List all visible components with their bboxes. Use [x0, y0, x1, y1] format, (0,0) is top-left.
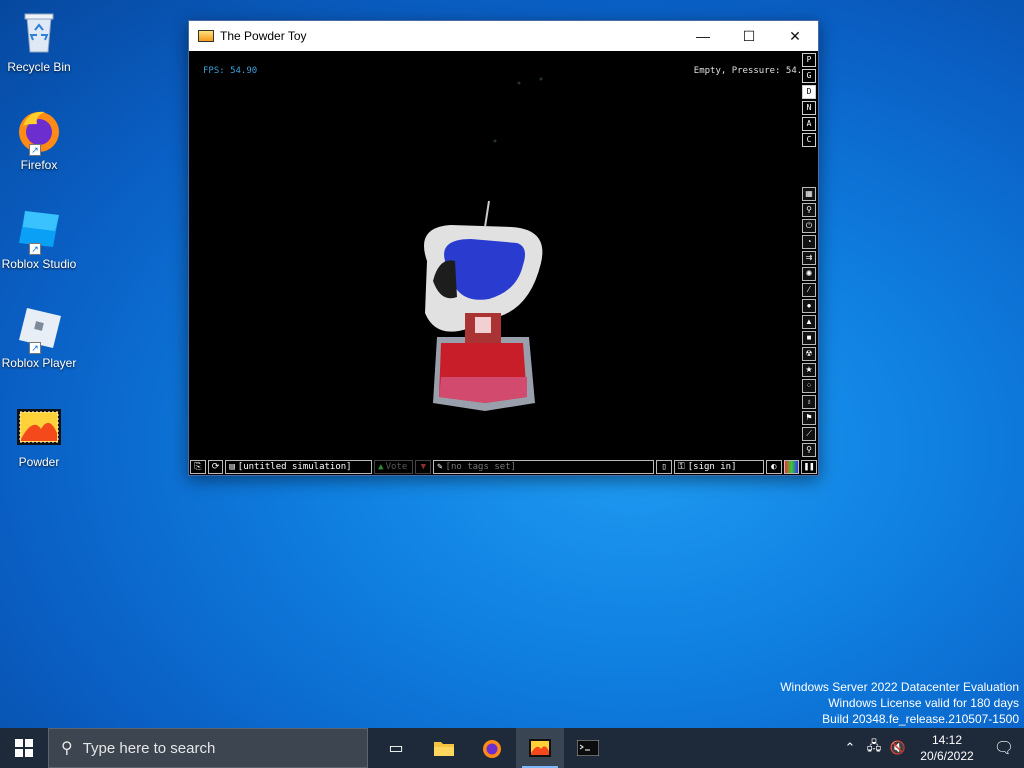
tags-label: [no tags set] [445, 462, 516, 472]
radioactive-category-icon[interactable]: ☢ [802, 347, 816, 361]
recycle-bin-icon [15, 8, 63, 56]
sensor-category-icon[interactable]: ◔ [802, 235, 816, 249]
search-placeholder: Type here to search [82, 739, 216, 757]
folder-icon [434, 742, 454, 756]
windows-watermark: Windows Server 2022 Datacenter Evaluatio… [780, 679, 1019, 727]
desktop-icon-recycle-bin[interactable]: Recycle Bin [0, 8, 78, 74]
save-name-label: [untitled simulation] [237, 462, 352, 472]
force-category-icon[interactable]: ⇉ [802, 251, 816, 265]
maximize-button[interactable]: ☐ [726, 21, 772, 51]
electronics-category-icon[interactable]: ⚲ [802, 203, 816, 217]
watermark-build: Build 20348.fe_release.210507-1500 [822, 712, 1019, 726]
powder-toy-app-icon [198, 30, 214, 42]
vote-up-button[interactable]: ▲ Vote [374, 460, 414, 474]
desktop-icon-powder[interactable]: Powder [0, 403, 78, 469]
settings-icon[interactable]: ◐ [765, 460, 782, 474]
start-button[interactable] [0, 728, 48, 768]
desktop-icon-label: Recycle Bin [7, 60, 71, 74]
desktop-icon-label: Roblox Studio [1, 257, 77, 271]
firefox-icon [483, 740, 501, 758]
task-view-icon: ▭ [388, 740, 404, 757]
powder-category-icon[interactable]: ▲ [802, 315, 816, 329]
mode-button-c[interactable]: C [802, 133, 816, 147]
desktop-icon-label: Firefox [20, 158, 58, 172]
powder-toy-window[interactable]: The Powder Toy — ☐ ✕ FPS: 54.90 Empty, P… [188, 20, 819, 476]
vote-label: Vote [385, 462, 408, 472]
open-save-icon[interactable]: ⎘ [190, 460, 206, 474]
powder-toy-icon [529, 739, 551, 757]
simulation-canvas[interactable]: FPS: 54.90 Empty, Pressure: 54.84 [189, 51, 801, 453]
tags-button[interactable]: ✎ [no tags set] [433, 460, 655, 474]
taskbar: ⚲ Type here to search ▭ ⌃ 🖧 🔇 14:12 20/6… [0, 728, 1024, 768]
system-tray: ⌃ 🖧 🔇 14:12 20/6/2022 🗨 [838, 728, 1024, 768]
roblox-player-icon: ↗ [15, 304, 63, 354]
shortcut-arrow-icon: ↗ [29, 243, 41, 255]
liquid-category-icon[interactable]: ● [802, 299, 816, 313]
close-button[interactable]: ✕ [772, 21, 818, 51]
mode-button-d[interactable]: D [802, 85, 816, 99]
notification-icon[interactable]: 🗨 [984, 738, 1024, 758]
reload-icon[interactable]: ⟳ [207, 460, 224, 474]
save-icon: ▤ [229, 462, 235, 472]
display-mode-icon[interactable] [783, 460, 800, 474]
file-explorer-button[interactable] [420, 728, 468, 768]
sign-in-label: [sign in] [687, 462, 737, 472]
clock-date: 20/6/2022 [920, 749, 974, 763]
life-category-icon[interactable]: ⁘ [802, 379, 816, 393]
powder-toy-taskbar-button[interactable] [516, 728, 564, 768]
special-category-icon[interactable]: ★ [802, 363, 816, 377]
taskbar-search-box[interactable]: ⚲ Type here to search [48, 728, 368, 768]
favorites-category-icon[interactable]: ⚑ [802, 411, 816, 425]
vote-down-button[interactable]: ▼ [415, 460, 432, 474]
key-icon: ⚿ [677, 462, 685, 472]
search-category-icon[interactable]: ⚲ [802, 443, 816, 457]
search-icon: ⚲ [61, 740, 73, 757]
pause-icon[interactable]: ❚❚ [801, 460, 818, 474]
mode-button-p[interactable]: P [802, 53, 816, 67]
minimize-button[interactable]: — [680, 21, 726, 51]
volume-muted-icon[interactable]: 🔇 [886, 740, 910, 756]
power-category-icon[interactable]: ⏻ [802, 219, 816, 233]
desktop-icon-label: Powder [18, 455, 60, 469]
desktop-icon-label: Roblox Player [1, 356, 77, 370]
mode-button-g[interactable]: G [802, 69, 816, 83]
roblox-studio-icon: ↗ [15, 205, 63, 255]
desktop-icon-firefox[interactable]: ↗ Firefox [0, 106, 78, 172]
network-icon[interactable]: 🖧 [862, 737, 886, 759]
taskbar-clock[interactable]: 14:12 20/6/2022 [910, 732, 984, 764]
powder-toy-icon [15, 403, 63, 451]
terminal-taskbar-button[interactable] [564, 728, 612, 768]
sign-in-button[interactable]: ⚿ [sign in] [673, 460, 764, 474]
windows-logo-icon [15, 739, 33, 757]
window-title: The Powder Toy [220, 29, 307, 43]
desktop-icon-roblox-player[interactable]: ↗ Roblox Player [0, 304, 78, 370]
mode-button-a[interactable]: A [802, 117, 816, 131]
firefox-icon: ↗ [15, 106, 63, 156]
clock-time: 14:12 [931, 733, 963, 747]
chevron-up-icon[interactable]: ⌃ [838, 740, 862, 756]
explosive-category-icon[interactable]: ✺ [802, 267, 816, 281]
tools-category-icon[interactable]: ♁ [802, 395, 816, 409]
mode-button-n[interactable]: N [802, 101, 816, 115]
simulation-particles [424, 77, 543, 411]
save-name-button[interactable]: ▤ [untitled simulation] [225, 460, 373, 474]
task-view-button[interactable]: ▭ [372, 728, 420, 768]
shortcut-arrow-icon: ↗ [29, 342, 41, 354]
desktop-icon-roblox-studio[interactable]: ↗ Roblox Studio [0, 205, 78, 271]
window-titlebar[interactable]: The Powder Toy — ☐ ✕ [189, 21, 818, 51]
firefox-taskbar-button[interactable] [468, 728, 516, 768]
shortcut-arrow-icon: ↗ [29, 144, 41, 156]
watermark-edition: Windows Server 2022 Datacenter Evaluatio… [780, 680, 1019, 694]
wall-category-icon[interactable]: ▦ [802, 187, 816, 201]
bottom-toolbar: ⎘ ⟳ ▤ [untitled simulation] ▲ Vote ▼ ✎ [… [189, 459, 818, 475]
vote-up-icon: ▲ [378, 462, 384, 472]
gas-category-icon[interactable]: ⁄ [802, 283, 816, 297]
decoration-category-icon[interactable]: ⟋ [802, 427, 816, 441]
right-toolbar[interactable]: P G D N A C ▦ ⚲ ⏻ ◔ ⇉ ✺ ⁄ ● ▲ ■ ☢ ★ ⁘ ♁ … [802, 53, 817, 459]
solid-category-icon[interactable]: ■ [802, 331, 816, 345]
terminal-icon [577, 740, 599, 756]
tag-icon: ✎ [437, 462, 443, 472]
page-icon[interactable]: ▯ [656, 460, 672, 474]
watermark-license: Windows License valid for 180 days [828, 696, 1019, 710]
